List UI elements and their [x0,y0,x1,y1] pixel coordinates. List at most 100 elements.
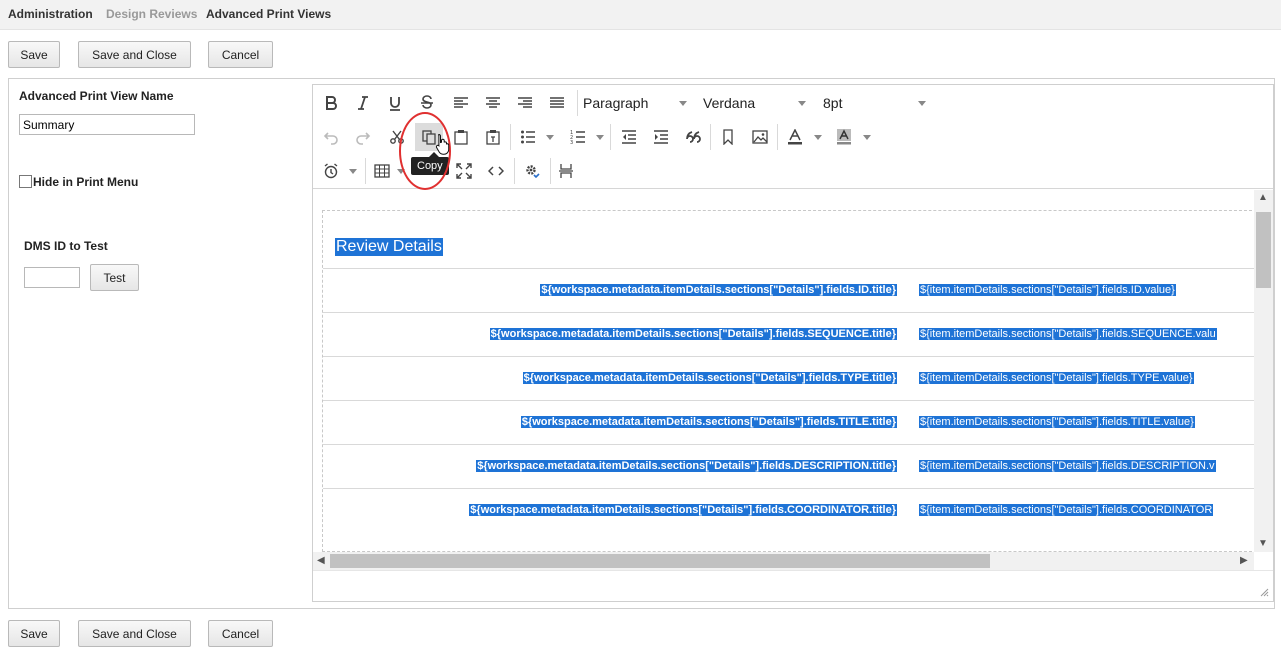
chevron-down-icon[interactable] [546,135,554,140]
field-value-cell: ${item.itemDetails.sections["Details"].f… [919,504,1214,516]
indent-icon[interactable] [647,123,675,151]
test-button[interactable]: Test [90,264,139,291]
undo-icon[interactable] [317,123,345,151]
toolbar-separator [610,124,611,150]
chevron-down-icon [679,101,687,106]
font-select-value: Verdana [703,95,756,111]
table-icon[interactable] [368,157,396,185]
hand-cursor-icon [435,133,450,155]
outdent-icon[interactable] [615,123,643,151]
cancel-button-bottom[interactable]: Cancel [208,620,273,647]
font-select[interactable]: Verdana [699,89,809,117]
table-row: ${workspace.metadata.itemDetails.section… [323,268,1255,312]
toolbar-separator [777,124,778,150]
code-icon[interactable] [482,157,510,185]
background-color-icon[interactable] [830,123,858,151]
settings-icon[interactable] [518,157,546,185]
toolbar-separator [577,90,578,116]
format-select[interactable]: Paragraph [579,89,689,117]
field-value-cell: ${item.itemDetails.sections["Details"].f… [919,284,1176,296]
save-and-close-button-top[interactable]: Save and Close [78,41,191,68]
chevron-down-icon[interactable] [397,169,405,174]
chevron-down-icon[interactable] [814,135,822,140]
numbered-list-icon[interactable]: 123 [564,123,592,151]
field-value-cell: ${item.itemDetails.sections["Details"].f… [919,460,1216,472]
breadcrumb-advanced-print-views: Advanced Print Views [206,7,332,21]
vertical-scroll-thumb[interactable] [1256,212,1271,288]
bookmark-icon[interactable] [714,123,742,151]
font-size-select-value: 8pt [823,95,843,111]
toolbar-separator [365,158,366,184]
table-row: ${workspace.metadata.itemDetails.section… [323,444,1255,488]
copy-tooltip: Copy [411,152,449,175]
table-row: ${workspace.metadata.itemDetails.section… [323,356,1255,400]
strikethrough-icon[interactable] [413,89,441,117]
redo-icon[interactable] [349,123,377,151]
align-center-icon[interactable] [479,89,507,117]
hide-in-print-menu-label: Hide in Print Menu [33,175,139,189]
field-title-cell: ${workspace.metadata.itemDetails.section… [489,328,897,340]
rich-text-editor: Paragraph Verdana 8pt 123 Copy Review De… [312,84,1274,602]
scroll-right-icon[interactable]: ▶ [1240,555,1248,566]
field-value-cell: ${item.itemDetails.sections["Details"].f… [919,416,1195,428]
scroll-down-icon[interactable]: ▼ [1258,538,1268,549]
toolbar-separator [514,158,515,184]
align-right-icon[interactable] [511,89,539,117]
toolbar-separator [510,124,511,150]
paste-icon[interactable] [447,123,475,151]
scroll-up-icon[interactable]: ▲ [1258,192,1268,203]
editor-statusbar [313,570,1273,601]
bold-icon[interactable] [317,89,345,117]
chevron-down-icon [918,101,926,106]
editor-content[interactable]: Review Details ${workspace.metadata.item… [313,190,1255,552]
svg-text:3: 3 [570,140,573,145]
align-justify-icon[interactable] [543,89,571,117]
chevron-down-icon[interactable] [349,169,357,174]
font-size-select[interactable]: 8pt [819,89,929,117]
save-button-bottom[interactable]: Save [8,620,60,647]
text-color-icon[interactable] [781,123,809,151]
bullet-list-icon[interactable] [514,123,542,151]
print-view-name-label: Advanced Print View Name [19,89,174,103]
chevron-down-icon[interactable] [863,135,871,140]
page-break-icon[interactable] [552,157,580,185]
save-button-top[interactable]: Save [8,41,60,68]
underline-icon[interactable] [381,89,409,117]
breadcrumb-administration[interactable]: Administration [8,7,93,21]
chevron-down-icon[interactable] [596,135,604,140]
field-value-cell: ${item.itemDetails.sections["Details"].f… [919,328,1217,340]
format-select-value: Paragraph [583,95,649,111]
field-title-cell: ${workspace.metadata.itemDetails.section… [522,372,897,384]
image-icon[interactable] [746,123,774,151]
fullscreen-icon[interactable] [450,157,478,185]
blockquote-icon[interactable] [679,123,707,151]
print-view-name-input[interactable] [19,114,195,135]
align-left-icon[interactable] [447,89,475,117]
resize-handle-icon[interactable] [1259,587,1269,597]
breadcrumb: Administration Design Reviews Advanced P… [0,0,1281,30]
table-row: ${workspace.metadata.itemDetails.section… [323,400,1255,444]
editor-toolbar: Paragraph Verdana 8pt 123 Copy [313,85,1273,190]
save-and-close-button-bottom[interactable]: Save and Close [78,620,191,647]
field-value-cell: ${item.itemDetails.sections["Details"].f… [919,372,1194,384]
cancel-button-top[interactable]: Cancel [208,41,273,68]
horizontal-scrollbar[interactable]: ◀ ▶ [313,552,1254,570]
horizontal-scroll-thumb[interactable] [330,554,990,568]
review-details-heading: Review Details [335,238,443,256]
toolbar-separator [710,124,711,150]
breadcrumb-design-reviews[interactable]: Design Reviews [106,7,197,21]
field-title-cell: ${workspace.metadata.itemDetails.section… [469,504,897,516]
dms-id-input[interactable] [24,267,80,288]
vertical-scrollbar[interactable]: ▲ ▼ [1254,190,1273,552]
table-row: ${workspace.metadata.itemDetails.section… [323,488,1255,532]
field-title-cell: ${workspace.metadata.itemDetails.section… [540,284,897,296]
table-row: ${workspace.metadata.itemDetails.section… [323,312,1255,356]
scroll-left-icon[interactable]: ◀ [317,555,325,566]
alarm-clock-icon[interactable] [317,157,345,185]
field-title-cell: ${workspace.metadata.itemDetails.section… [476,460,897,472]
cut-icon[interactable] [383,123,411,151]
paste-text-icon[interactable] [479,123,507,151]
hide-in-print-menu-checkbox[interactable] [19,175,32,188]
italic-icon[interactable] [349,89,377,117]
chevron-down-icon [798,101,806,106]
